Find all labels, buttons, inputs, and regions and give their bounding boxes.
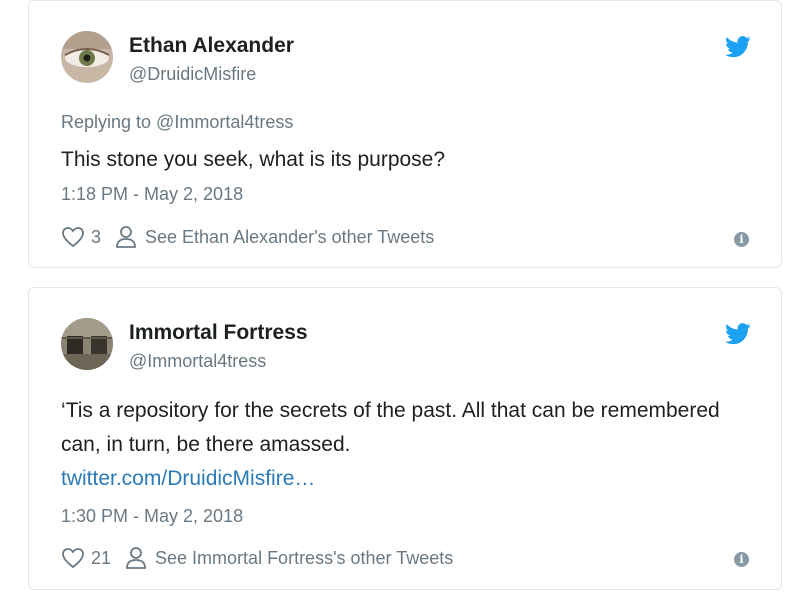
tweet-actions: 3 See Ethan Alexander's other Tweets <box>61 225 434 249</box>
tweet-text: ‘Tis a repository for the secrets of the… <box>61 399 720 456</box>
reply-context[interactable]: Replying to @Immortal4tress <box>61 112 293 133</box>
heart-icon[interactable] <box>61 546 85 570</box>
heart-icon[interactable] <box>61 225 85 249</box>
tweet-link[interactable]: twitter.com/DruidicMisfire… <box>61 462 315 496</box>
tweet-text: This stone you seek, what is its purpose… <box>61 148 446 171</box>
author-name[interactable]: Ethan Alexander <box>129 34 294 58</box>
info-icon[interactable]: i <box>734 232 749 247</box>
twitter-bird-icon[interactable] <box>725 323 751 345</box>
other-tweets-link[interactable]: See Ethan Alexander's other Tweets <box>145 227 434 248</box>
other-tweets-link[interactable]: See Immortal Fortress's other Tweets <box>155 548 453 569</box>
author-handle[interactable]: @DruidicMisfire <box>129 64 256 85</box>
tweet-actions: 21 See Immortal Fortress's other Tweets <box>61 546 453 570</box>
author-name[interactable]: Immortal Fortress <box>129 321 308 345</box>
info-icon[interactable]: i <box>734 552 749 567</box>
like-count: 21 <box>91 547 112 568</box>
person-icon[interactable] <box>125 546 147 570</box>
person-icon[interactable] <box>115 225 137 249</box>
like-count: 3 <box>91 226 102 247</box>
twitter-bird-icon[interactable] <box>725 36 751 58</box>
avatar[interactable] <box>61 31 113 83</box>
tweet-timestamp[interactable]: 1:18 PM - May 2, 2018 <box>61 184 243 205</box>
author-handle[interactable]: @Immortal4tress <box>129 351 266 372</box>
tweet-card[interactable]: Ethan Alexander @DruidicMisfire Replying… <box>28 0 782 268</box>
avatar[interactable] <box>61 318 113 370</box>
tweet-card[interactable]: Immortal Fortress @Immortal4tress ‘Tis a… <box>28 287 782 590</box>
tweet-timestamp[interactable]: 1:30 PM - May 2, 2018 <box>61 506 243 527</box>
